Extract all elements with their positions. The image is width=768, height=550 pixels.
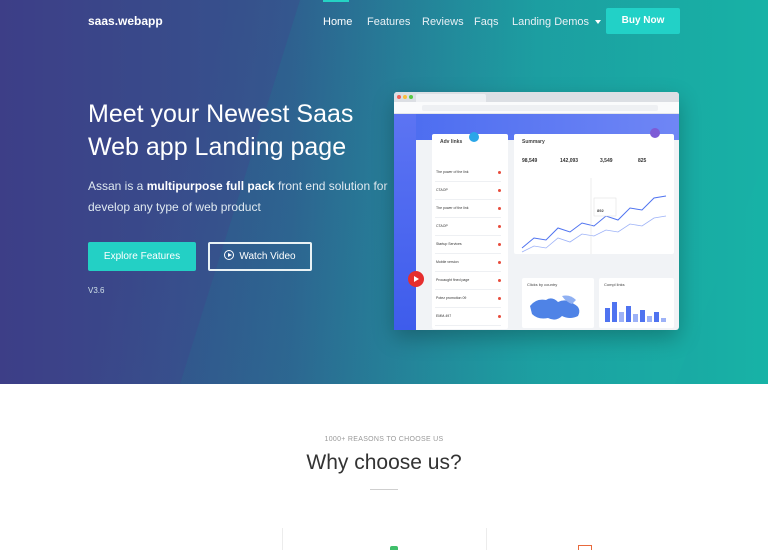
hero-section: saas.webapp Home Features Reviews Faqs L… bbox=[0, 0, 768, 384]
version-label: V3.6 bbox=[88, 286, 105, 295]
explore-features-button[interactable]: Explore Features bbox=[88, 242, 196, 271]
nav-item-reviews[interactable]: Reviews bbox=[422, 16, 464, 28]
mock-sidebar bbox=[394, 114, 416, 330]
nav-item-faqs[interactable]: Faqs bbox=[474, 16, 498, 28]
mock-list-item: CTAOP bbox=[435, 186, 501, 200]
section-title: Why choose us? bbox=[306, 451, 462, 474]
top-navbar: saas.webapp Home Features Reviews Faqs L… bbox=[0, 0, 768, 44]
mock-card1-title: Clicks by country bbox=[527, 282, 558, 287]
mock-bar-card: Compl links bbox=[599, 278, 674, 328]
mock-stat: 142,093 bbox=[560, 158, 579, 164]
feature-icon-orange bbox=[578, 545, 592, 550]
mock-list-item: Startup Services bbox=[435, 240, 501, 254]
mock-chart-tooltip: 892 bbox=[597, 208, 604, 213]
section-kicker: 1000+ REASONS TO CHOOSE US bbox=[324, 436, 444, 443]
feature-column-divider bbox=[486, 528, 487, 550]
mock-stat: 98,549 bbox=[522, 158, 538, 164]
browser-titlebar bbox=[394, 92, 679, 102]
youtube-icon bbox=[408, 271, 424, 287]
nav-item-features[interactable]: Features bbox=[367, 16, 410, 28]
browser-urlbar bbox=[394, 102, 679, 114]
mock-list-item: Mobile version bbox=[435, 258, 501, 272]
caret-down-icon bbox=[595, 20, 602, 25]
mock-list-item: EMM-497 bbox=[435, 312, 501, 326]
mock-line-chart bbox=[521, 178, 667, 254]
watch-video-button[interactable]: Watch Video bbox=[208, 242, 312, 271]
mock-dashboard: Adv links The power of the link CTAOP Th… bbox=[394, 114, 679, 330]
hero-sub-pre: Assan is a bbox=[88, 179, 147, 193]
mock-card2-title: Compl links bbox=[604, 282, 625, 287]
twitter-bubble-icon bbox=[469, 132, 479, 142]
mock-bar-chart bbox=[605, 302, 666, 322]
maximize-dot-icon bbox=[409, 95, 413, 99]
browser-tab bbox=[416, 94, 486, 102]
dashboard-mockup-image: Adv links The power of the link CTAOP Th… bbox=[394, 92, 679, 330]
hero-text-block: Meet your Newest Saas Web app Landing pa… bbox=[88, 98, 388, 218]
hero-title-line1: Meet your Newest Saas bbox=[88, 100, 354, 128]
section-divider bbox=[370, 489, 398, 490]
nav-item-home[interactable]: Home bbox=[323, 0, 352, 28]
play-icon bbox=[224, 250, 235, 260]
mock-summary-panel: Summary 98,549 142,093 3,549 825 892 bbox=[514, 134, 674, 254]
mock-list-item: CTAOP bbox=[435, 222, 501, 236]
world-map-icon bbox=[530, 295, 580, 320]
feature-column-divider bbox=[282, 528, 283, 550]
mock-map-card: Clicks by country bbox=[522, 278, 594, 328]
nav-item-landing-demos-label: Landing Demos bbox=[512, 16, 590, 28]
mock-list-item: Potez promotion 09 bbox=[435, 294, 501, 308]
mock-list-title: Adv links bbox=[440, 139, 463, 145]
hero-title: Meet your Newest Saas Web app Landing pa… bbox=[88, 98, 388, 164]
mock-stat: 825 bbox=[638, 158, 647, 164]
mock-stat: 3,549 bbox=[600, 158, 613, 164]
mock-summary-title: Summary bbox=[522, 139, 545, 145]
minimize-dot-icon bbox=[403, 95, 407, 99]
hero-title-line2: Web app Landing page bbox=[88, 133, 347, 161]
buy-now-button[interactable]: Buy Now bbox=[606, 8, 680, 34]
facebook-bubble-icon bbox=[650, 128, 660, 138]
brand-logo[interactable]: saas.webapp bbox=[88, 14, 163, 28]
watch-video-label: Watch Video bbox=[239, 251, 296, 262]
mock-list-item: Procaught fined page bbox=[435, 276, 501, 290]
nav-item-landing-demos[interactable]: Landing Demos bbox=[512, 16, 602, 28]
feature-icon-green bbox=[390, 546, 398, 550]
close-dot-icon bbox=[397, 95, 401, 99]
mock-list-item: The power of the link bbox=[435, 204, 501, 218]
hero-subtitle: Assan is a multipurpose full pack front … bbox=[88, 176, 388, 218]
hero-sub-bold: multipurpose full pack bbox=[146, 179, 275, 193]
mock-list-item: The power of the link bbox=[435, 168, 501, 182]
mock-links-list: Adv links The power of the link CTAOP Th… bbox=[432, 134, 508, 329]
